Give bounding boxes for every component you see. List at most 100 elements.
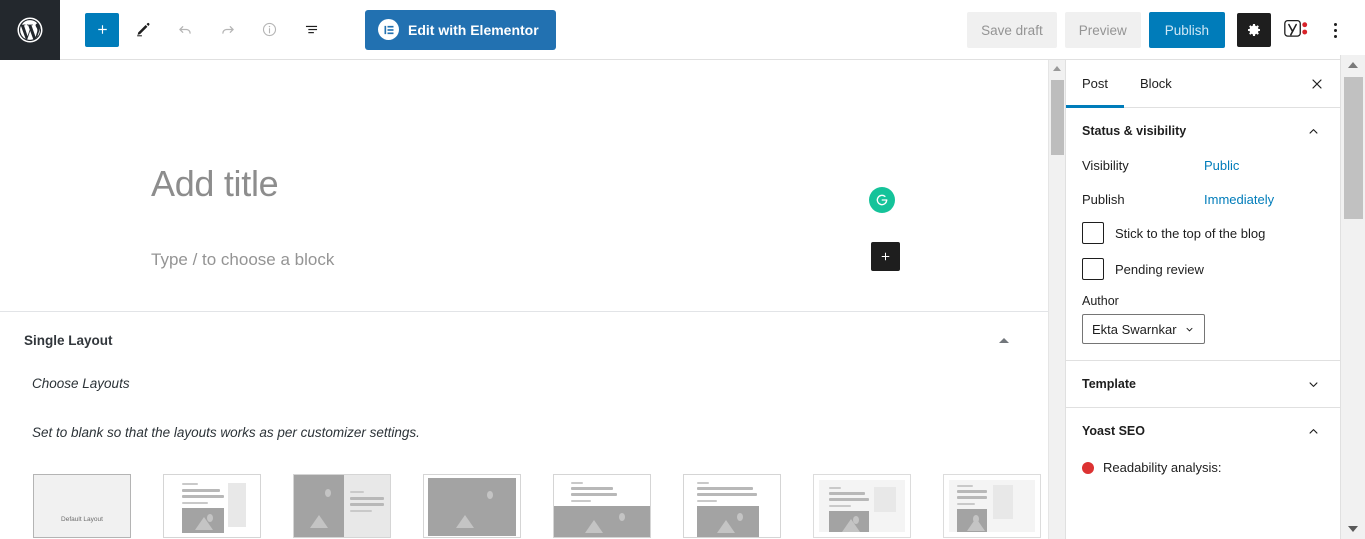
- sticky-post-label: Stick to the top of the blog: [1115, 225, 1266, 241]
- toolbar-left-controls: Edit with Elementor: [60, 9, 556, 50]
- layout-option-text-sidebar[interactable]: [163, 474, 261, 538]
- pending-review-row: Pending review: [1082, 258, 1324, 280]
- chevron-down-icon: [1186, 327, 1193, 331]
- redo-button[interactable]: [209, 12, 245, 48]
- layout-option-label: Default Layout: [61, 516, 103, 523]
- scroll-down-arrow-icon[interactable]: [1348, 526, 1358, 532]
- post-settings-sidebar: Post Block Status & visibility Visibilit…: [1065, 60, 1340, 539]
- kebab-menu-icon: [1333, 22, 1337, 26]
- grammarly-icon[interactable]: [869, 187, 895, 213]
- publish-button[interactable]: Publish: [1148, 12, 1225, 48]
- kebab-dot: [1333, 28, 1337, 32]
- kebab-dot: [1333, 34, 1337, 38]
- choose-layouts-label: Choose Layouts: [32, 376, 130, 391]
- block-inserter-button[interactable]: [871, 242, 900, 271]
- editor-canvas: Add title Type / to choose a block Singl…: [0, 60, 1048, 539]
- metabox-title: Single Layout: [24, 332, 113, 348]
- status-visibility-section: Status & visibility Visibility Public Pu…: [1066, 108, 1340, 361]
- yoast-seo-title: Yoast SEO: [1082, 424, 1145, 438]
- layouts-description: Set to blank so that the layouts works a…: [32, 425, 420, 440]
- settings-button[interactable]: [1237, 13, 1271, 47]
- pencil-icon: [136, 22, 149, 37]
- layout-option-image-left[interactable]: [293, 474, 391, 538]
- template-title: Template: [1082, 377, 1136, 391]
- template-section: Template: [1066, 361, 1340, 408]
- layout-option-framed-sidebar[interactable]: [813, 474, 911, 538]
- status-visibility-title: Status & visibility: [1082, 124, 1187, 138]
- triangle-up-icon: [999, 337, 1009, 343]
- publish-label: Publish: [1082, 191, 1125, 207]
- sidebar-tabs: Post Block: [1066, 60, 1340, 108]
- author-label: Author: [1082, 294, 1119, 308]
- chevron-up-icon[interactable]: [1302, 120, 1324, 142]
- save-draft-button[interactable]: Save draft: [967, 12, 1057, 48]
- undo-arrow-icon: [178, 26, 191, 34]
- publish-value-button[interactable]: Immediately: [1204, 192, 1324, 207]
- info-circle-icon: [262, 22, 276, 37]
- tab-block[interactable]: Block: [1124, 60, 1188, 107]
- status-visibility-body: Visibility Public Publish Immediately St…: [1066, 154, 1340, 360]
- list-view-button[interactable]: [293, 12, 329, 48]
- preview-button[interactable]: Preview: [1064, 12, 1141, 48]
- elementor-logo-icon: [378, 19, 399, 40]
- editor-scrollbar-thumb[interactable]: [1051, 80, 1064, 155]
- redo-arrow-icon: [221, 26, 234, 34]
- publish-row: Publish Immediately: [1082, 188, 1324, 210]
- pending-review-checkbox[interactable]: [1082, 258, 1104, 280]
- layout-option-default[interactable]: Default Layout: [33, 474, 131, 538]
- yoast-seo-section: Yoast SEO Readability analysis:: [1066, 408, 1340, 475]
- chevron-down-icon[interactable]: [1302, 373, 1324, 395]
- metabox-collapse-toggle[interactable]: [992, 328, 1016, 352]
- content-info-button[interactable]: [251, 12, 287, 48]
- single-layout-metabox: Single Layout Choose Layouts Set to blan…: [0, 312, 1048, 538]
- more-options-button[interactable]: [1321, 13, 1349, 47]
- edit-with-elementor-button[interactable]: Edit with Elementor: [365, 9, 556, 50]
- yoast-seo-button[interactable]: [1281, 13, 1313, 47]
- scroll-up-arrow-icon[interactable]: [1348, 62, 1358, 68]
- yoast-seo-header[interactable]: Yoast SEO: [1066, 408, 1340, 454]
- metabox-header[interactable]: Single Layout: [0, 312, 1048, 362]
- pending-review-label: Pending review: [1115, 261, 1204, 277]
- layout-option-title-image[interactable]: [553, 474, 651, 538]
- add-block-button[interactable]: [85, 12, 119, 47]
- editor-toolbar: Edit with Elementor Save draft Preview P…: [0, 0, 1365, 60]
- visibility-row: Visibility Public: [1082, 154, 1324, 176]
- chevron-up-icon[interactable]: [1302, 420, 1324, 442]
- readability-analysis-label: Readability analysis:: [1103, 460, 1222, 475]
- close-sidebar-button[interactable]: [1294, 60, 1340, 107]
- visibility-value-button[interactable]: Public: [1204, 158, 1324, 173]
- status-visibility-header[interactable]: Status & visibility: [1066, 108, 1340, 154]
- wordpress-logo-icon[interactable]: [0, 0, 60, 60]
- edit-tool-button[interactable]: [125, 12, 161, 48]
- sticky-post-row: Stick to the top of the blog: [1082, 222, 1324, 244]
- gear-icon: [1248, 24, 1260, 36]
- toolbar-right-controls: Save draft Preview Publish: [967, 0, 1351, 60]
- plus-icon: [97, 25, 107, 34]
- metabox-body: Choose Layouts Set to blank so that the …: [0, 362, 1048, 538]
- page-scrollbar[interactable]: [1340, 55, 1365, 539]
- yoast-seo-icon: [1284, 20, 1308, 37]
- list-view-icon: [305, 25, 317, 34]
- plus-icon: [881, 252, 890, 261]
- edit-with-elementor-label: Edit with Elementor: [408, 21, 539, 38]
- sticky-post-checkbox[interactable]: [1082, 222, 1104, 244]
- wordpress-block-editor: Edit with Elementor Save draft Preview P…: [0, 0, 1365, 539]
- editor-scrollbar[interactable]: [1048, 60, 1065, 539]
- close-x-icon: [1312, 78, 1322, 89]
- layout-option-framed-narrow[interactable]: [943, 474, 1041, 538]
- author-select-value: Ekta Swarnkar: [1092, 321, 1177, 337]
- layout-thumbnail-grid: Default Layout: [32, 474, 1041, 538]
- visibility-label: Visibility: [1082, 157, 1129, 173]
- post-title-input[interactable]: Add title: [151, 163, 279, 205]
- scroll-up-arrow-icon[interactable]: [1053, 66, 1061, 71]
- author-select[interactable]: Ekta Swarnkar: [1082, 314, 1205, 344]
- page-scrollbar-thumb[interactable]: [1344, 77, 1363, 219]
- tab-post[interactable]: Post: [1066, 60, 1125, 108]
- template-header[interactable]: Template: [1066, 361, 1340, 407]
- layout-option-title-image-wide[interactable]: [683, 474, 781, 538]
- layout-option-full-image[interactable]: [423, 474, 521, 538]
- block-placeholder-input[interactable]: Type / to choose a block: [151, 250, 334, 270]
- readability-status-badge: [1082, 461, 1094, 474]
- readability-analysis-row: Readability analysis:: [1066, 454, 1340, 475]
- undo-button[interactable]: [167, 12, 203, 48]
